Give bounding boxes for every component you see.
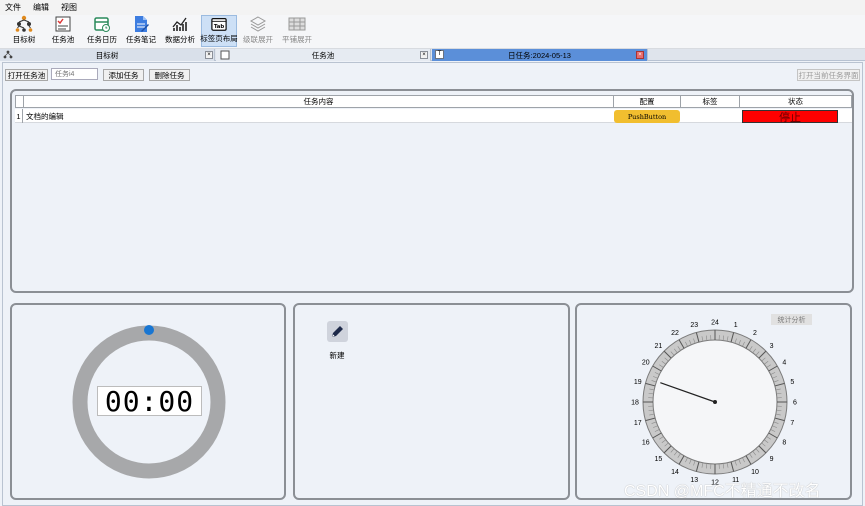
- status-stopped: 停止: [742, 110, 838, 124]
- tab-daily[interactable]: T 日任务:2024-05-13 ×: [432, 49, 648, 61]
- clock-hour-label: 16: [642, 440, 650, 447]
- tree-icon: [15, 15, 33, 32]
- clock-center: [713, 400, 717, 404]
- clock-hour-label: 15: [655, 456, 663, 463]
- tile-icon: [288, 17, 306, 31]
- table-corner: [15, 95, 23, 108]
- task-pool-small-icon: [220, 50, 230, 60]
- header-tag[interactable]: 标签: [680, 95, 740, 108]
- header-content[interactable]: 任务内容: [23, 95, 614, 108]
- note-button[interactable]: 任务笔记: [123, 15, 159, 47]
- tab-daily-label: 日任务:2024-05-13: [508, 50, 571, 60]
- chart-icon: [172, 17, 187, 31]
- task-pool-icon: [55, 16, 71, 32]
- clock-hour-label: 23: [690, 322, 698, 329]
- clock-hour-label: 21: [655, 343, 663, 350]
- open-current-task-button[interactable]: 打开当前任务界面: [797, 69, 860, 81]
- close-icon[interactable]: ×: [636, 51, 644, 59]
- table-row[interactable]: 1 文档的编辑: [15, 109, 852, 123]
- pin-icon[interactable]: T: [435, 50, 444, 59]
- new-task-label: 新建: [329, 351, 345, 360]
- clock-dial: 24 1234567891011121314151617181920212223: [631, 320, 797, 487]
- clock-hour-label: 24: [711, 320, 719, 327]
- tree-label: 目标树: [12, 35, 36, 44]
- task-input[interactable]: [51, 68, 98, 80]
- clock-hour-label: 17: [634, 420, 642, 427]
- tab-strip: 目标树 × 任务池 × T 日任务:2024-05-13 ×: [0, 49, 865, 61]
- clock-hour-label: 19: [634, 379, 642, 386]
- tab-tree[interactable]: 目标树 ×: [0, 49, 215, 61]
- tab-tree-label: 目标树: [95, 50, 119, 60]
- clock-hour-label: 2: [753, 330, 757, 337]
- tab-layout-label: 标签页布局: [200, 34, 238, 43]
- tree-button[interactable]: 目标树: [6, 15, 42, 47]
- menu-bar: 文件 编辑 视图: [0, 0, 865, 15]
- calendar-button[interactable]: 任务日历: [84, 15, 120, 47]
- header-status[interactable]: 状态: [739, 95, 852, 108]
- config-push-button[interactable]: PushButton: [614, 110, 680, 123]
- timer-display: 00:00: [97, 385, 202, 418]
- clock-hour-label: 5: [790, 379, 794, 386]
- task-pool-button[interactable]: 任务池: [45, 15, 81, 47]
- clock-hour-label: 20: [642, 360, 650, 367]
- new-task-button[interactable]: 新建: [320, 320, 354, 364]
- close-icon[interactable]: ×: [205, 51, 213, 59]
- timer-progress-dot: [144, 325, 154, 335]
- tab-pool[interactable]: 任务池 ×: [216, 49, 431, 61]
- cascade-button[interactable]: 级联展开: [240, 15, 276, 47]
- tab-layout-icon-text: Tab: [214, 24, 225, 30]
- tile-label: 平铺展开: [282, 35, 312, 44]
- open-pool-button[interactable]: 打开任务池: [5, 69, 48, 81]
- add-task-button[interactable]: 添加任务: [103, 69, 144, 81]
- watermark: CSDN @MFC不精通不改名: [624, 483, 821, 500]
- clock-hour-label: 14: [671, 469, 679, 476]
- calendar-icon: [94, 17, 110, 32]
- clock-hour-label: 7: [790, 420, 794, 427]
- task-content-cell[interactable]: 文档的编辑: [26, 109, 606, 123]
- clock-hour-label: 10: [751, 469, 759, 476]
- tile-button[interactable]: 平铺展开: [279, 15, 315, 47]
- menu-view[interactable]: 视图: [60, 2, 78, 13]
- tree-small-icon: [3, 50, 13, 59]
- clock-hour-label: 22: [671, 330, 679, 337]
- note-label: 任务笔记: [126, 35, 156, 44]
- clock-hour-label: 3: [770, 343, 774, 350]
- edit-icon: [326, 321, 348, 342]
- clock-hour-label: 4: [782, 360, 786, 367]
- clock-hour-label: 9: [770, 456, 774, 463]
- header-config[interactable]: 配置: [613, 95, 681, 108]
- delete-task-button[interactable]: 删除任务: [149, 69, 190, 81]
- tab-layout-button[interactable]: Tab 标签页布局: [200, 15, 238, 47]
- row-index: 1: [15, 109, 23, 123]
- tab-pool-label: 任务池: [311, 50, 335, 60]
- toolbar: 目标树 任务池 任务日历 任务笔记 数据分析 Tab 标签页布局 级联展开 平铺…: [0, 15, 865, 49]
- clock-hour-label: 8: [782, 440, 786, 447]
- clock-hour-label: 18: [631, 400, 639, 407]
- clock-hour-label: 1: [734, 322, 738, 329]
- chart-label: 数据分析: [165, 35, 195, 44]
- note-icon: [135, 16, 149, 32]
- chart-button[interactable]: 数据分析: [162, 15, 198, 47]
- cascade-label: 级联展开: [243, 35, 273, 44]
- clock-hour-label: 6: [793, 400, 797, 407]
- task-table: 任务内容 配置 标签 状态 1 文档的编辑: [15, 95, 852, 127]
- close-icon[interactable]: ×: [420, 51, 428, 59]
- task-pool-label: 任务池: [51, 35, 75, 44]
- menu-file[interactable]: 文件: [4, 2, 22, 13]
- cascade-icon: [249, 16, 267, 32]
- tab-layout-icon: Tab: [211, 18, 227, 31]
- calendar-label: 任务日历: [87, 35, 117, 44]
- menu-edit[interactable]: 编辑: [32, 2, 50, 13]
